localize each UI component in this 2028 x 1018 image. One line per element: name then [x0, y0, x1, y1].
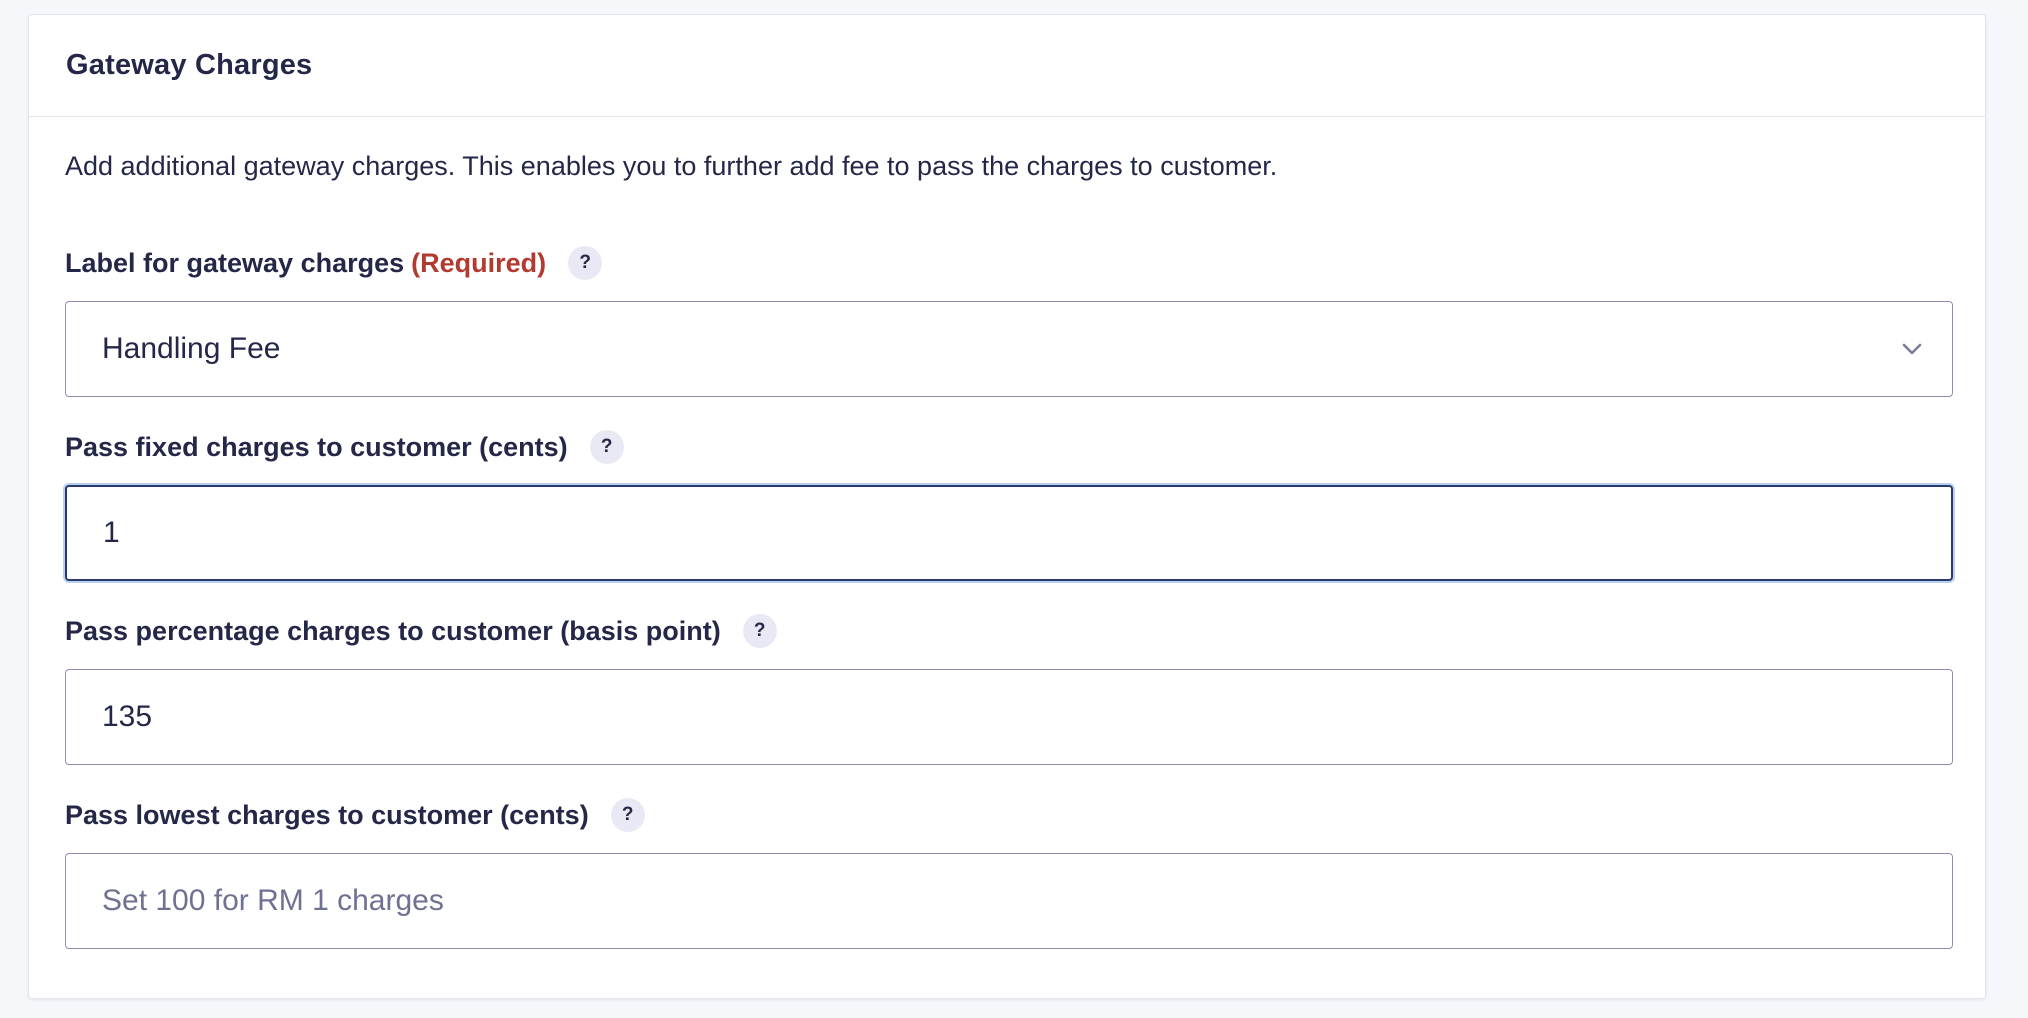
select-value: Handling Fee	[102, 332, 281, 365]
input-value: 135	[102, 700, 153, 733]
input-placeholder: Set 100 for RM 1 charges	[102, 884, 444, 917]
panel-header: Gateway Charges	[29, 15, 1985, 117]
required-indicator: (Required)	[411, 247, 547, 278]
panel-description: Add additional gateway charges. This ena…	[65, 151, 1278, 181]
chevron-down-icon	[1902, 343, 1922, 355]
lowest-charges-input[interactable]: Set 100 for RM 1 charges	[65, 853, 1953, 949]
field-percentage-charges: Pass percentage charges to customer (bas…	[65, 611, 1953, 765]
label-row: Label for gateway charges (Required) ?	[65, 243, 1953, 283]
panel-body: Add additional gateway charges. This ena…	[29, 117, 1985, 185]
percentage-charges-input[interactable]: 135	[65, 669, 1953, 765]
field-label: Label for gateway charges	[65, 247, 405, 278]
field-label: Pass percentage charges to customer (bas…	[65, 615, 721, 646]
fixed-charges-input[interactable]: 1	[65, 485, 1953, 581]
field-fixed-charges: Pass fixed charges to customer (cents) ?…	[65, 427, 1953, 581]
input-value: 1	[103, 516, 120, 549]
field-label: Pass fixed charges to customer (cents)	[65, 431, 568, 462]
gateway-charges-panel: Gateway Charges Add additional gateway c…	[28, 14, 1986, 999]
help-question-icon[interactable]: ?	[610, 798, 645, 832]
field-label-charges: Label for gateway charges (Required) ? H…	[65, 243, 1953, 397]
help-question-icon[interactable]: ?	[568, 246, 603, 280]
label-charges-select[interactable]: Handling Fee	[65, 301, 1953, 397]
help-question-icon[interactable]: ?	[589, 430, 624, 464]
label-row: Pass lowest charges to customer (cents) …	[65, 795, 1953, 835]
label-row: Pass percentage charges to customer (bas…	[65, 611, 1953, 651]
field-label: Pass lowest charges to customer (cents)	[65, 799, 589, 830]
field-lowest-charges: Pass lowest charges to customer (cents) …	[65, 795, 1953, 949]
help-question-icon[interactable]: ?	[742, 614, 777, 648]
panel-title: Gateway Charges	[66, 49, 313, 81]
label-row: Pass fixed charges to customer (cents) ?	[65, 427, 1953, 467]
